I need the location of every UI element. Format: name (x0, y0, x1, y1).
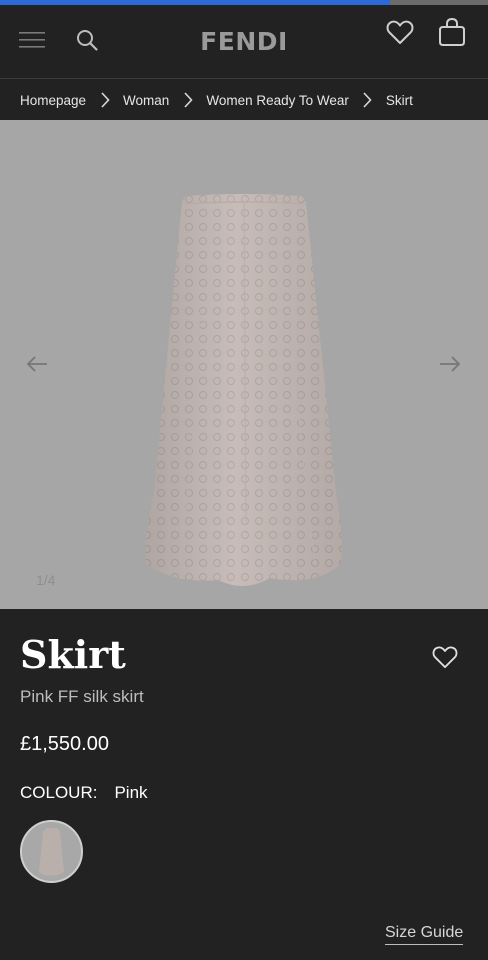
breadcrumb-item-woman[interactable]: Woman (123, 93, 169, 108)
breadcrumb-item-skirt[interactable]: Skirt (386, 93, 413, 108)
product-subtitle: Pink FF silk skirt (20, 687, 144, 706)
product-image (145, 194, 342, 587)
chevron-right-icon (169, 80, 206, 120)
colour-value: Pink (114, 783, 148, 802)
heart-outline-icon (432, 646, 458, 669)
shopping-bag-icon (439, 17, 465, 46)
arrow-right-icon (440, 356, 461, 372)
breadcrumb-item-homepage[interactable]: Homepage (20, 93, 86, 108)
heart-outline-icon (386, 20, 414, 44)
chevron-right-icon (349, 80, 386, 120)
size-guide-link[interactable]: Size Guide (385, 924, 464, 945)
site-header: FENDI (0, 5, 488, 79)
swatch-thumbnail (39, 828, 64, 876)
breadcrumb: Homepage Woman Women Ready To Wear Skirt (0, 80, 488, 120)
colour-swatch-pink[interactable] (20, 820, 83, 883)
chevron-right-icon (86, 80, 123, 120)
hamburger-menu-icon (19, 32, 45, 48)
shopping-bag-button[interactable] (434, 15, 470, 49)
previous-image-button[interactable] (22, 352, 52, 376)
breadcrumb-item-women-ready-to-wear[interactable]: Women Ready To Wear (206, 93, 349, 108)
arrow-left-icon (26, 356, 47, 372)
brand-logo[interactable]: FENDI (194, 27, 294, 56)
next-image-button[interactable] (435, 352, 465, 376)
product-title: Skirt (20, 632, 126, 677)
add-to-wishlist-button[interactable] (428, 642, 462, 672)
search-button[interactable] (70, 23, 104, 57)
menu-button[interactable] (14, 23, 50, 57)
colour-label: COLOUR: (20, 783, 98, 802)
wishlist-button[interactable] (382, 15, 418, 49)
colour-selection: COLOUR: Pink (20, 783, 148, 803)
search-icon (77, 30, 98, 51)
product-price: £1,550.00 (20, 733, 109, 755)
image-counter: 1/4 (36, 572, 56, 588)
product-image-gallery[interactable]: 1/4 (0, 120, 488, 609)
